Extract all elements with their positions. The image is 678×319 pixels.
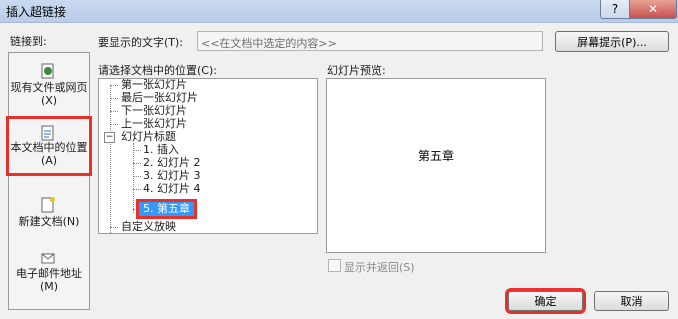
tree-connector xyxy=(110,111,118,112)
email-icon xyxy=(41,251,55,267)
tree-item[interactable]: 1. 插入 xyxy=(143,144,179,156)
tree-item[interactable]: 自定义放映 xyxy=(121,221,176,233)
ok-button[interactable]: 确定 xyxy=(505,288,586,314)
display-text-value: <<在文档中选定的内容>> xyxy=(201,37,337,50)
tree-connector xyxy=(110,85,118,86)
display-text-label: 要显示的文字(T): xyxy=(98,36,184,49)
tree-item[interactable]: 最后一张幻灯片 xyxy=(121,92,198,104)
preview-label: 幻灯片预览: xyxy=(327,64,386,77)
link-existing-file-label: 现有文件或网页(X) xyxy=(10,81,88,107)
new-document-icon xyxy=(41,197,55,213)
dialog-title: 插入超链接 xyxy=(6,5,67,19)
web-file-icon xyxy=(41,63,55,79)
insert-hyperlink-dialog: 插入超链接 ? ✕ 链接到: 现有文件或网页(X) 本文档中的位置(A) 新建文… xyxy=(0,0,678,319)
collapse-toggle[interactable]: − xyxy=(104,132,115,143)
show-and-return-label: 显示并返回(S) xyxy=(344,261,415,274)
screentip-button[interactable]: 屏幕提示(P)... xyxy=(555,31,669,52)
tree-connector xyxy=(110,85,111,233)
slide-preview: 第五章 xyxy=(326,78,546,253)
tree-connector xyxy=(133,189,141,190)
location-label: 请选择文档中的位置(C): xyxy=(98,64,217,77)
title-bar: 插入超链接 ? ✕ xyxy=(0,0,678,23)
link-email-address[interactable]: 电子邮件地址(M) xyxy=(9,251,89,297)
email-label: 电子邮件地址(M) xyxy=(16,267,82,293)
tree-item[interactable]: 下一张幻灯片 xyxy=(121,105,187,117)
tree-connector xyxy=(133,150,141,151)
tree-item-slide-titles[interactable]: 幻灯片标题 xyxy=(121,131,176,143)
location-tree[interactable]: 第一张幻灯片 最后一张幻灯片 下一张幻灯片 上一张幻灯片 − 幻灯片标题 1. … xyxy=(98,78,318,234)
link-place-label: 本文档中的位置(A) xyxy=(10,141,88,167)
tree-connector xyxy=(110,124,118,125)
link-place-in-document[interactable]: 本文档中的位置(A) xyxy=(6,116,92,176)
tree-connector xyxy=(133,176,141,177)
preview-slide-title: 第五章 xyxy=(417,149,454,163)
document-place-icon xyxy=(41,125,55,141)
show-and-return-checkbox[interactable] xyxy=(328,259,341,272)
new-document-label: 新建文档(N) xyxy=(18,215,80,228)
tree-item[interactable]: 4. 幻灯片 4 xyxy=(143,183,201,195)
help-button[interactable]: ? xyxy=(600,0,630,19)
tree-item[interactable]: 2. 幻灯片 2 xyxy=(143,157,201,169)
cancel-button[interactable]: 取消 xyxy=(594,291,669,311)
link-existing-file-or-web[interactable]: 现有文件或网页(X) xyxy=(9,63,89,107)
tree-item[interactable]: 3. 幻灯片 3 xyxy=(143,170,201,182)
link-to-panel: 现有文件或网页(X) 本文档中的位置(A) 新建文档(N) 电子邮件地址(M) xyxy=(6,52,92,310)
close-button[interactable]: ✕ xyxy=(629,0,677,19)
link-to-label: 链接到: xyxy=(10,35,47,48)
display-text-input[interactable]: <<在文档中选定的内容>> xyxy=(197,31,543,51)
tree-item[interactable]: 上一张幻灯片 xyxy=(121,118,187,130)
tree-item-selected[interactable]: 5. 第五章 xyxy=(136,199,197,219)
link-new-document[interactable]: 新建文档(N) xyxy=(9,197,89,233)
tree-connector xyxy=(133,143,134,213)
tree-connector xyxy=(110,227,118,228)
tree-item[interactable]: 第一张幻灯片 xyxy=(121,79,187,91)
tree-connector xyxy=(133,163,141,164)
tree-connector xyxy=(110,98,118,99)
